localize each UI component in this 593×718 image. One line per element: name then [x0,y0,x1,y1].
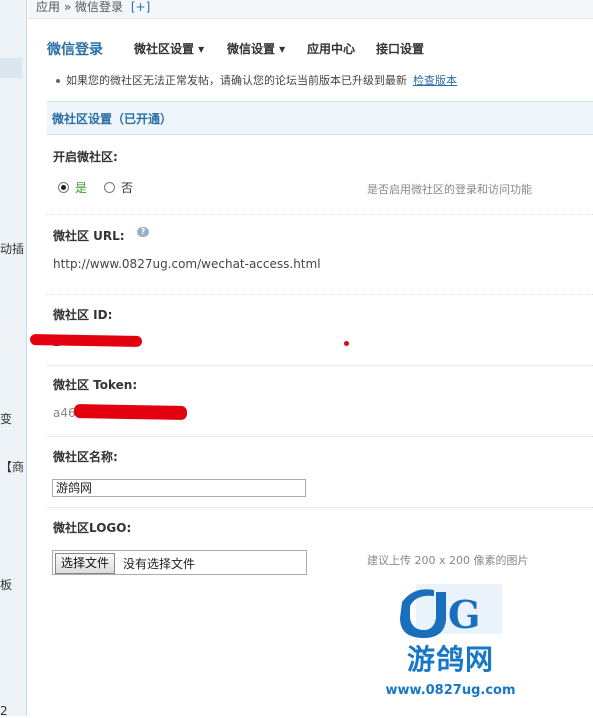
redaction-dot [344,341,349,346]
section-header: 微社区设置（已开通） [47,101,593,135]
url-label: 微社区 URL: [53,229,125,243]
bullet-icon [56,79,60,83]
token-value: a46 [53,406,76,420]
radio-checked-icon [58,182,69,193]
site-watermark-logo: G 游鸽网 www.0827ug.com [368,580,533,712]
check-version-link[interactable]: 检查版本 [413,74,457,87]
divider [47,507,593,508]
redaction-mark [29,334,143,347]
sidebar-item-fragment[interactable]: 【商 [0,458,24,475]
name-label: 微社区名称: [53,450,118,464]
logo-file-input[interactable]: 选择文件 没有选择文件 [52,550,307,575]
enable-yes-radio[interactable]: 是 [58,179,87,196]
watermark-url-text: www.0827ug.com [385,683,516,698]
add-shortcut-link[interactable]: [+] [131,0,150,14]
sidebar-item-fragment[interactable]: 板 [0,576,12,593]
question-bubble-icon[interactable]: ? [137,227,149,237]
radio-unchecked-icon [104,182,115,193]
nav-item-wechat-settings[interactable]: 微信设置 ▾ [227,40,285,57]
radio-no-label: 否 [121,181,134,195]
enable-hint: 是否启用微社区的登录和访问功能 [367,183,532,196]
breadcrumb-app[interactable]: 应用 [36,0,60,14]
choose-file-button[interactable]: 选择文件 [55,553,116,574]
breadcrumb-current: 微信登录 [75,0,124,14]
breadcrumb-separator: » [63,0,72,14]
divider [47,365,593,366]
logo-label: 微社区LOGO: [53,521,132,535]
svg-text:G: G [448,592,480,637]
notice-text: 如果您的微社区无法正常发帖，请确认您的论坛当前版本已升级到最新 [66,74,407,87]
version-notice: 如果您的微社区无法正常发帖，请确认您的论坛当前版本已升级到最新 检查版本 [56,72,457,88]
nav-item-app-center[interactable]: 应用中心 [307,40,355,57]
ug-logo-icon: G [400,584,502,638]
sidebar-item-fragment[interactable]: 变 [0,410,12,427]
id-label: 微社区 ID: [53,308,113,322]
url-value: http://www.0827ug.com/wechat-access.html [53,257,321,271]
token-label: 微社区 Token: [53,378,138,392]
sidebar-item-fragment[interactable]: 动插 [0,240,24,257]
nav-item-community-settings[interactable]: 微社区设置 ▾ [134,40,204,57]
logo-hint: 建议上传 200 x 200 像素的图片 [367,554,529,567]
divider [47,294,593,295]
sidebar-active-item[interactable] [0,58,22,78]
nav-item-api-settings[interactable]: 接口设置 [376,40,424,57]
file-status: 没有选择文件 [123,557,196,571]
page-title: 微信登录 [47,42,103,58]
redaction-mark [73,404,188,420]
breadcrumb: 应用 » 微信登录 [+] [28,0,593,19]
radio-yes-label: 是 [75,181,88,195]
divider [47,214,593,215]
left-sidebar: 动插 变 【商 板 2 [0,0,27,718]
watermark-cn-text: 游鸽网 [406,643,494,676]
divider [47,436,593,437]
section-title: 微社区设置（已开通） [52,112,173,126]
community-name-input[interactable] [52,479,306,497]
enable-label: 开启微社区: [53,150,118,164]
enable-no-radio[interactable]: 否 [104,179,133,196]
